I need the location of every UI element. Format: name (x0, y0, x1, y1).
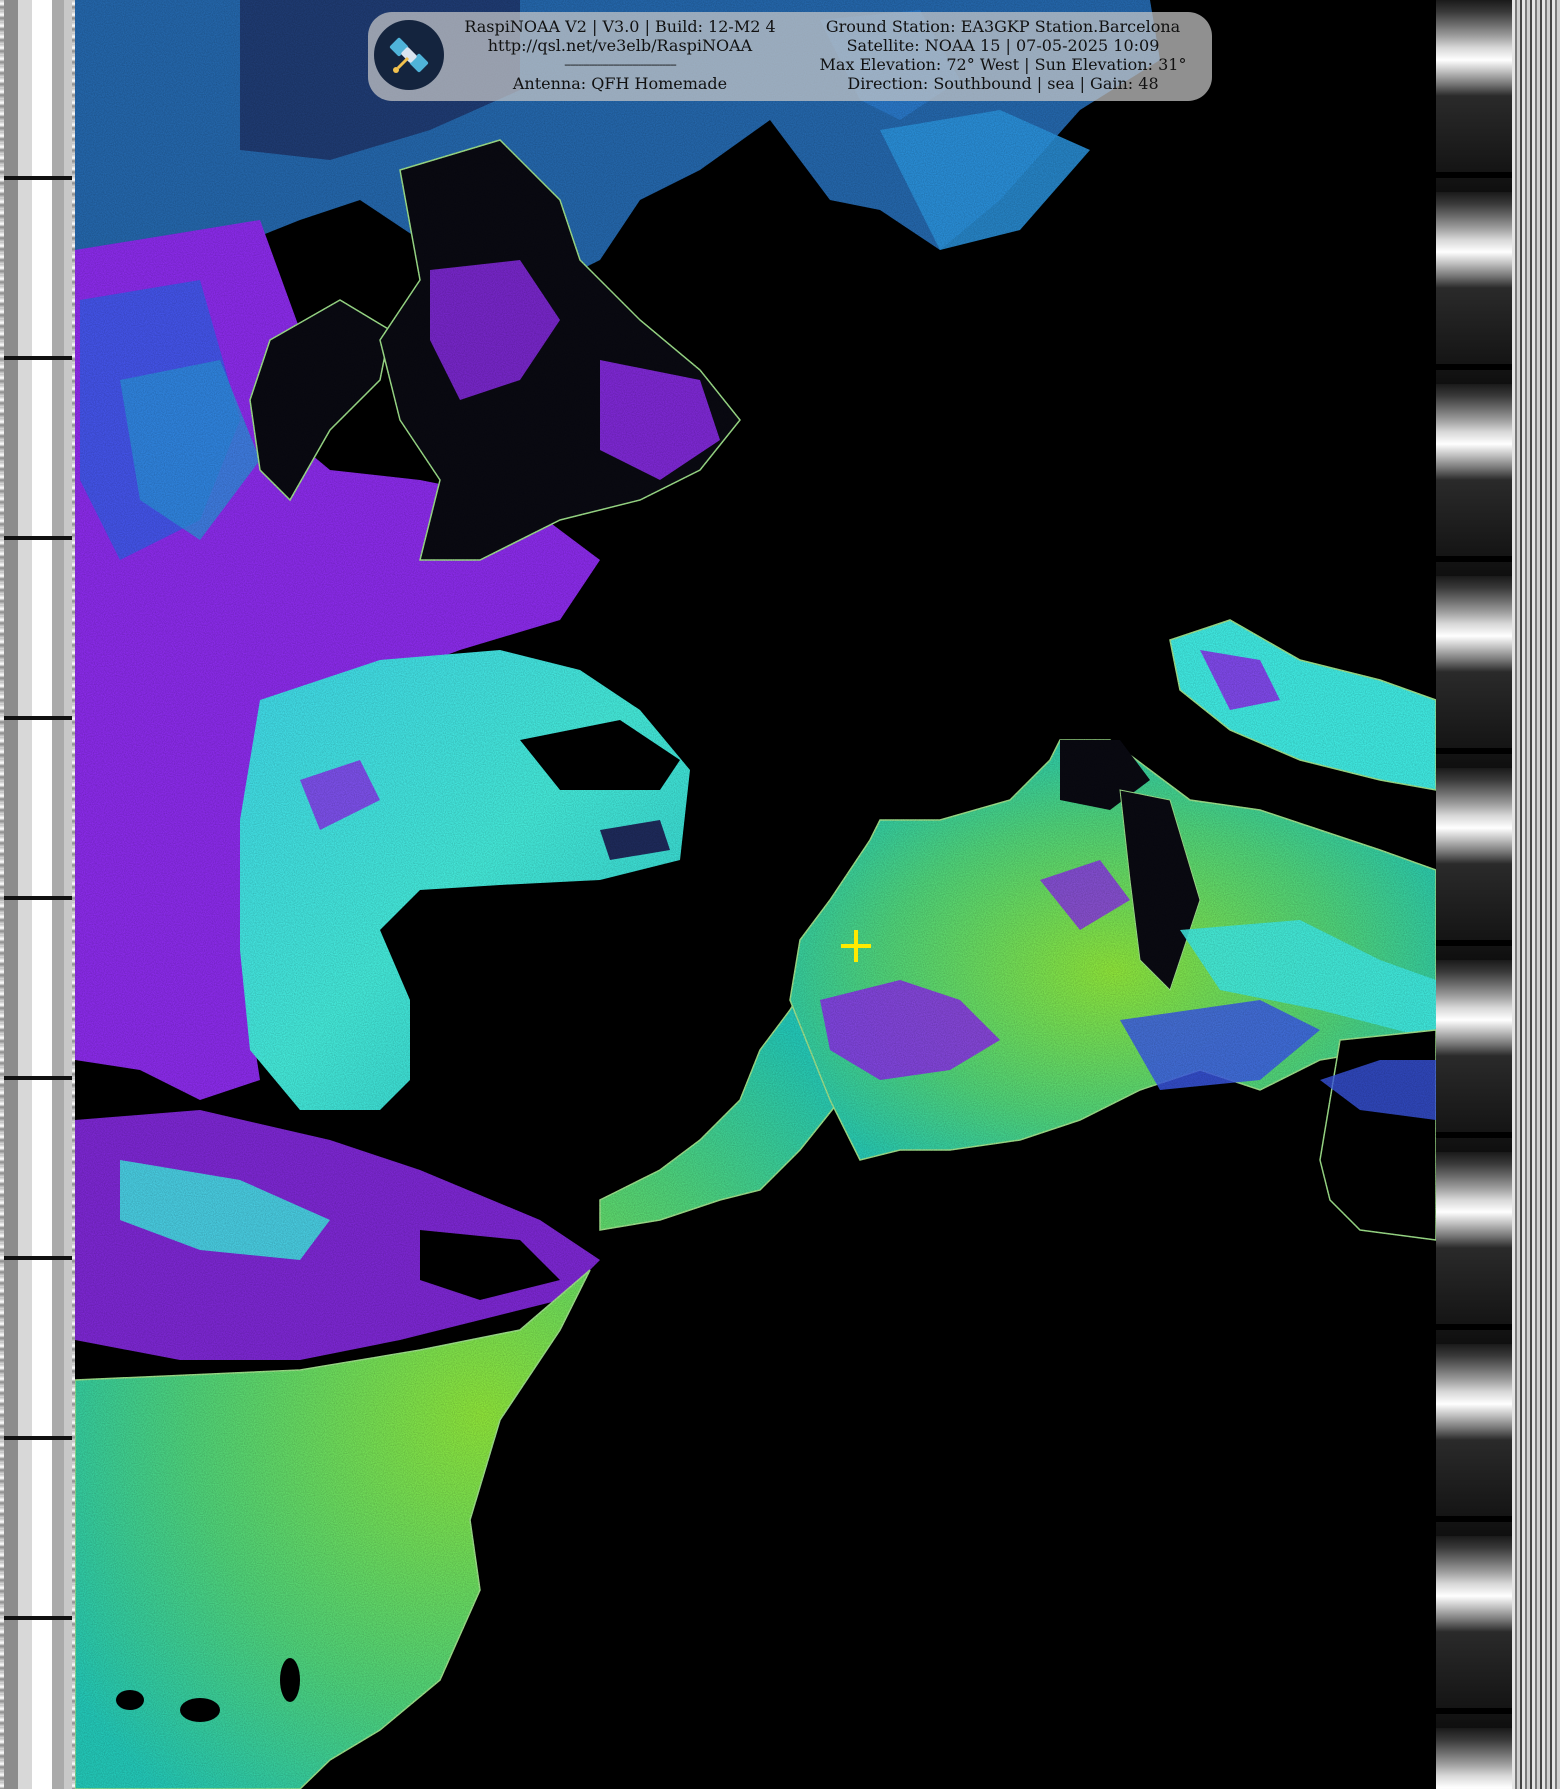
software-version: RaspiNOAA V2 | V3.0 | Build: 12-M2 4 (464, 17, 776, 36)
separator-line: ----------------------------------------… (564, 58, 676, 71)
satellite-pass-info: Satellite: NOAA 15 | 07-05-2025 10:09 (846, 36, 1160, 55)
overlay-right-column: Ground Station: EA3GKP Station.Barcelona… (800, 17, 1206, 93)
telemetry-strip-edge (1512, 0, 1560, 1789)
antenna-info: Antenna: QFH Homemade (512, 74, 728, 93)
direction-info: Direction: Southbound | sea | Gain: 48 (847, 74, 1159, 93)
telemetry-strip-left (0, 0, 75, 1789)
project-url: http://qsl.net/ve3elb/RaspiNOAA (487, 36, 753, 55)
overlay-left-column: RaspiNOAA V2 | V3.0 | Build: 12-M2 4 htt… (450, 17, 790, 93)
satellite-image (74, 0, 1437, 1789)
elevation-info: Max Elevation: 72° West | Sun Elevation:… (819, 55, 1187, 74)
satellite-icon (374, 20, 444, 90)
telemetry-strip-right (1436, 0, 1512, 1789)
ground-station: Ground Station: EA3GKP Station.Barcelona (825, 17, 1181, 36)
